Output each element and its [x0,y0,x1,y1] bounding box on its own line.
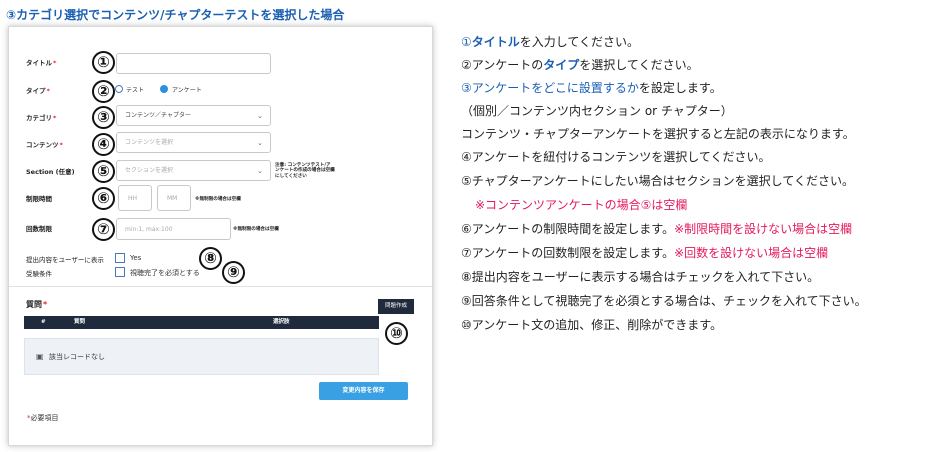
instruction-1: ①タイトルを入力してください。 [461,35,640,49]
content-select[interactable]: コンテンツを選択 ⌄ [116,132,271,153]
marker-5: ⑤ [92,160,115,183]
marker-4: ④ [92,133,115,156]
count-note: ※無制限の場合は空欄 [233,227,279,232]
count-limit-label: 回数制限 [26,225,52,233]
instruction-5: コンテンツ・チャプターアンケートを選択すると左記の表示になります。 [461,127,855,141]
instruction-7: ⑤チャプターアンケートにしたい場合はセクションを選択してください。 [461,174,854,188]
col-choices: 選択肢 [273,319,290,325]
show-to-user-label: 提出内容をユーザーに表示 [26,256,104,264]
section-label: Section (任意) [26,168,75,176]
questions-table-header: # 質問 選択肢 [24,316,379,329]
instruction-4: （個別／コンテンツ内セクション or チャプター） [461,104,733,118]
title-label: タイトル* [26,59,57,67]
marker-10: ⑩ [385,322,408,345]
create-question-button[interactable]: 問題作成 [378,299,414,314]
type-radio-survey-label: アンケート [172,87,202,94]
instruction-6: ④アンケートを紐付けるコンテンツを選択してください。 [461,150,771,164]
questions-label: 質問* [26,300,48,309]
count-limit-input[interactable]: min:1, max:100 [116,218,231,240]
instruction-10: ⑦アンケートの回数制限を設定します。※回数を設けない場合は空欄 [461,246,829,260]
empty-table-message: ▣ 該当レコードなし [24,338,379,375]
marker-8: ⑧ [199,247,222,270]
form-screenshot: タイトル* ① タイプ* ② テスト アンケート カテゴリ* ③ コンテンツ／チ… [8,26,433,446]
instruction-3: ③アンケートをどこに設置するかを設定します。 [461,81,722,95]
note-icon: ▣ [36,352,44,361]
marker-1: ① [92,51,115,74]
chevron-down-icon: ⌄ [257,112,263,120]
type-label: タイプ* [26,87,50,95]
type-radio-test[interactable] [115,85,123,93]
answer-condition-option: 視聴完了を必須とする [130,269,200,277]
instruction-8: ※コンテンツアンケートの場合⑤は空欄 [475,198,688,212]
page-heading: ③カテゴリ選択でコンテンツ/チャプターテストを選択した場合 [6,8,345,22]
no-records-text: 該当レコードなし [49,353,105,361]
chevron-down-icon: ⌄ [257,139,263,147]
section-note: 注意: コンテンツテスト/アンケートの作成の場合は空欄にしてください [275,163,335,179]
instruction-13: ⑩アンケート文の追加、修正、削除ができます。 [461,318,723,332]
instruction-11: ⑧提出内容をユーザーに表示する場合はチェックを入れて下さい。 [461,270,820,284]
show-to-user-checkbox[interactable] [115,253,125,263]
category-select[interactable]: コンテンツ／チャプター ⌄ [116,105,271,126]
save-button[interactable]: 変更内容を保存 [319,382,408,400]
marker-2: ② [92,80,115,103]
show-to-user-option: Yes [130,254,142,262]
marker-7: ⑦ [92,218,115,241]
instruction-2: ②アンケートのタイプを選択してください。 [461,58,699,72]
type-radio-test-label: テスト [126,87,145,94]
answer-condition-checkbox[interactable] [115,267,125,277]
type-radio-survey[interactable] [160,85,168,93]
marker-6: ⑥ [92,187,115,210]
instruction-12: ⑨回答条件として視聴完了を必須とする場合は、チェックを入れて下さい。 [461,294,867,308]
divider [9,286,432,287]
instruction-9: ⑥アンケートの制限時間を設定します。※制限時間を設けない場合は空欄 [461,222,853,236]
time-hh-input[interactable]: HH [118,185,152,211]
chevron-down-icon: ⌄ [257,167,263,175]
time-limit-label: 制限時間 [26,195,52,203]
required-note: *必要項目 [27,414,59,422]
title-input[interactable] [116,53,271,74]
time-mm-input[interactable]: MM [157,185,191,211]
section-select[interactable]: セクションを選択 ⌄ [116,160,271,181]
answer-condition-label: 受験条件 [26,270,52,278]
category-label: カテゴリ* [26,114,57,122]
time-note: ※無制限の場合は空欄 [195,197,241,202]
marker-3: ③ [92,106,115,129]
col-question: 質問 [74,319,86,325]
marker-9: ⑨ [222,261,245,284]
content-label: コンテンツ* [26,141,63,149]
col-no: # [41,319,46,325]
